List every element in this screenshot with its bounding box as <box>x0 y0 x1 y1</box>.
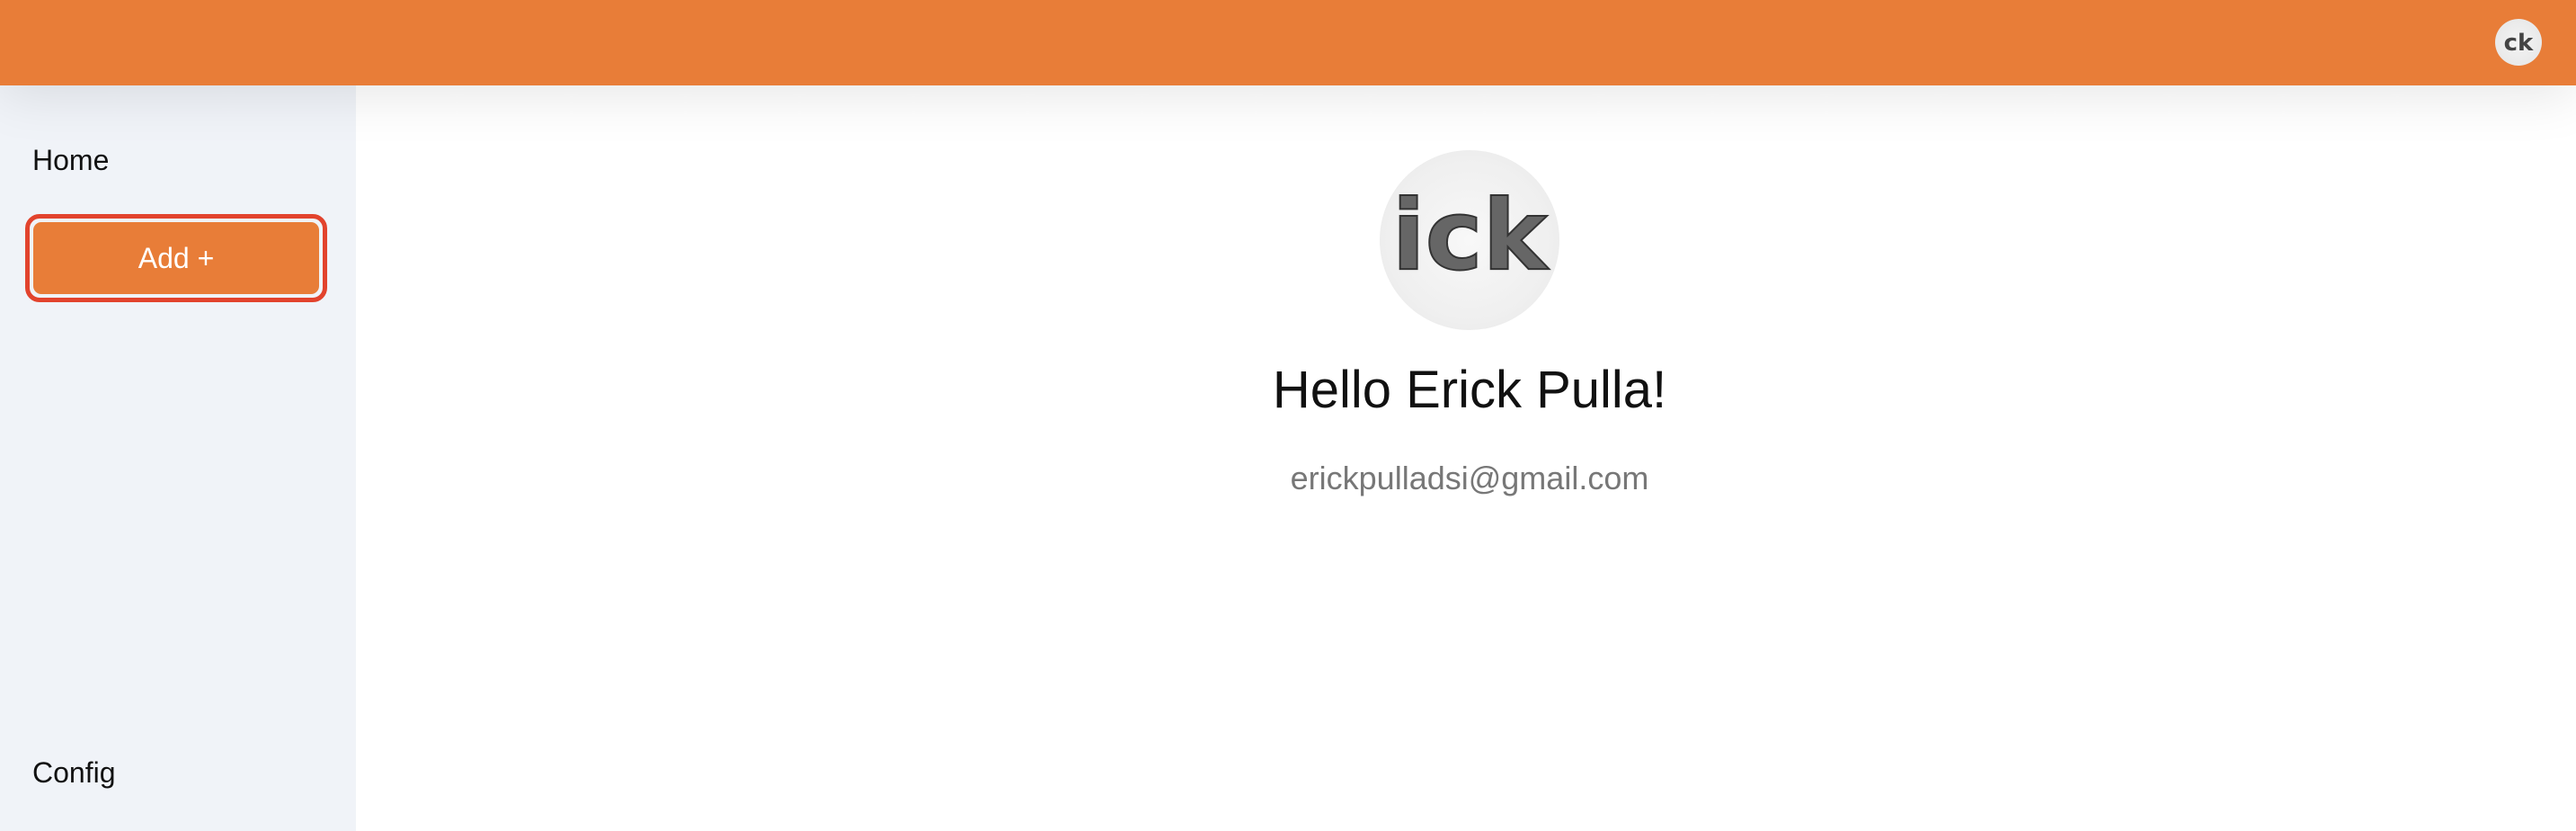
sidebar: Home Add + Config <box>0 85 356 831</box>
add-button[interactable]: Add + <box>33 222 319 294</box>
top-bar: ck <box>0 0 2576 85</box>
sidebar-item-config[interactable]: Config <box>32 756 116 790</box>
sidebar-item-home[interactable]: Home <box>32 144 109 177</box>
greeting-heading: Hello Erick Pulla! <box>1272 361 1667 419</box>
profile-avatar-icon: ick <box>1380 150 1559 330</box>
svg-text:ck: ck <box>2504 30 2534 57</box>
user-avatar-icon[interactable]: ck <box>2495 19 2542 66</box>
svg-text:ick: ick <box>1392 180 1550 292</box>
user-email: erickpulladsi@gmail.com <box>1290 460 1649 496</box>
add-button-focus-ring: Add + <box>25 214 327 302</box>
